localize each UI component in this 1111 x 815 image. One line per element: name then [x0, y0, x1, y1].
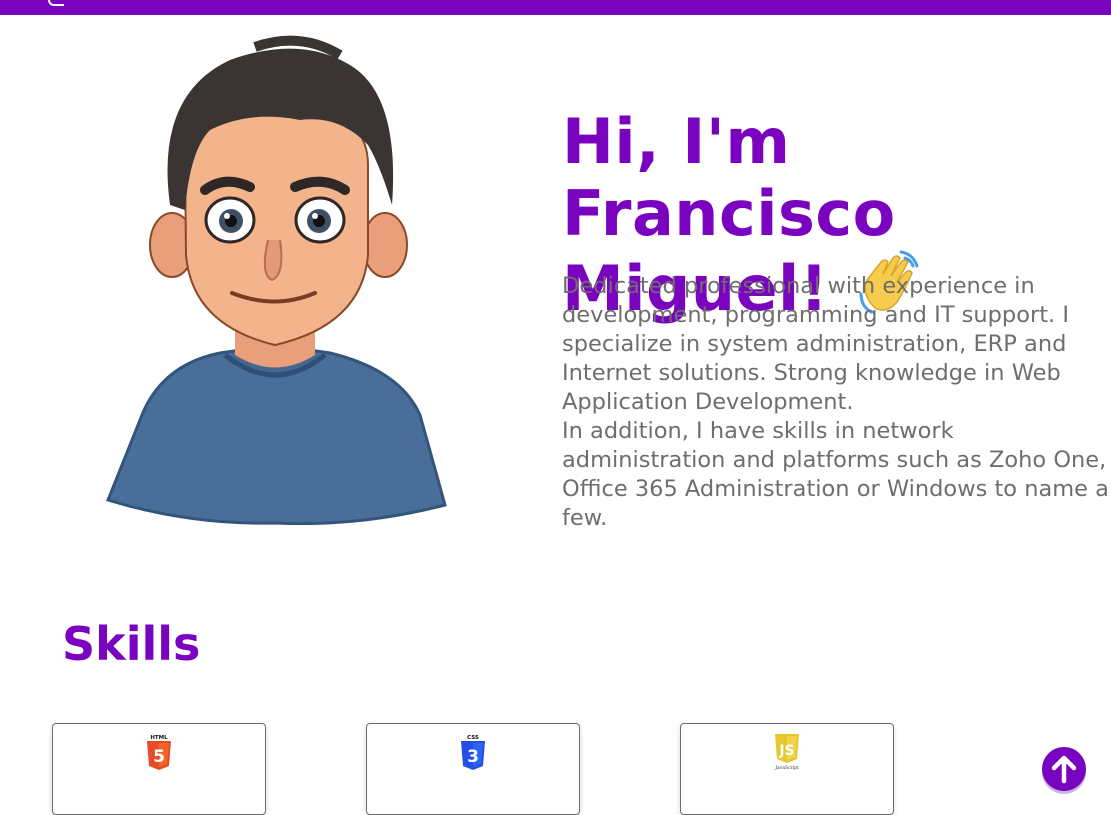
- svg-text:HTML: HTML: [150, 735, 168, 741]
- logo-icon[interactable]: [48, 0, 64, 6]
- svg-text:JavaScript: JavaScript: [774, 765, 799, 771]
- hero-description: Dedicated professional with experience i…: [562, 272, 1110, 533]
- skill-card-css[interactable]: CSS 3: [366, 723, 580, 815]
- arrow-up-icon: [1051, 755, 1077, 784]
- svg-text:5: 5: [153, 747, 165, 767]
- skill-card-html[interactable]: HTML 5: [52, 723, 266, 815]
- scroll-to-top-button[interactable]: [1042, 747, 1086, 791]
- top-navbar: [0, 0, 1111, 15]
- hero-description-p2: In addition, I have skills in network ad…: [562, 418, 1109, 531]
- svg-text:JS: JS: [778, 743, 794, 759]
- javascript-icon: JS JavaScript: [774, 733, 800, 775]
- hero-description-p1: Dedicated professional with experience i…: [562, 273, 1069, 415]
- avatar-illustration: [100, 35, 450, 526]
- css3-icon: CSS 3: [460, 733, 486, 775]
- hero-title-line1: Hi, I'm Francisco: [562, 105, 896, 250]
- skill-card-javascript[interactable]: JS JavaScript: [680, 723, 894, 815]
- svg-text:CSS: CSS: [467, 735, 479, 741]
- html5-icon: HTML 5: [146, 733, 172, 775]
- svg-text:3: 3: [467, 747, 479, 767]
- skills-title: Skills: [62, 617, 201, 671]
